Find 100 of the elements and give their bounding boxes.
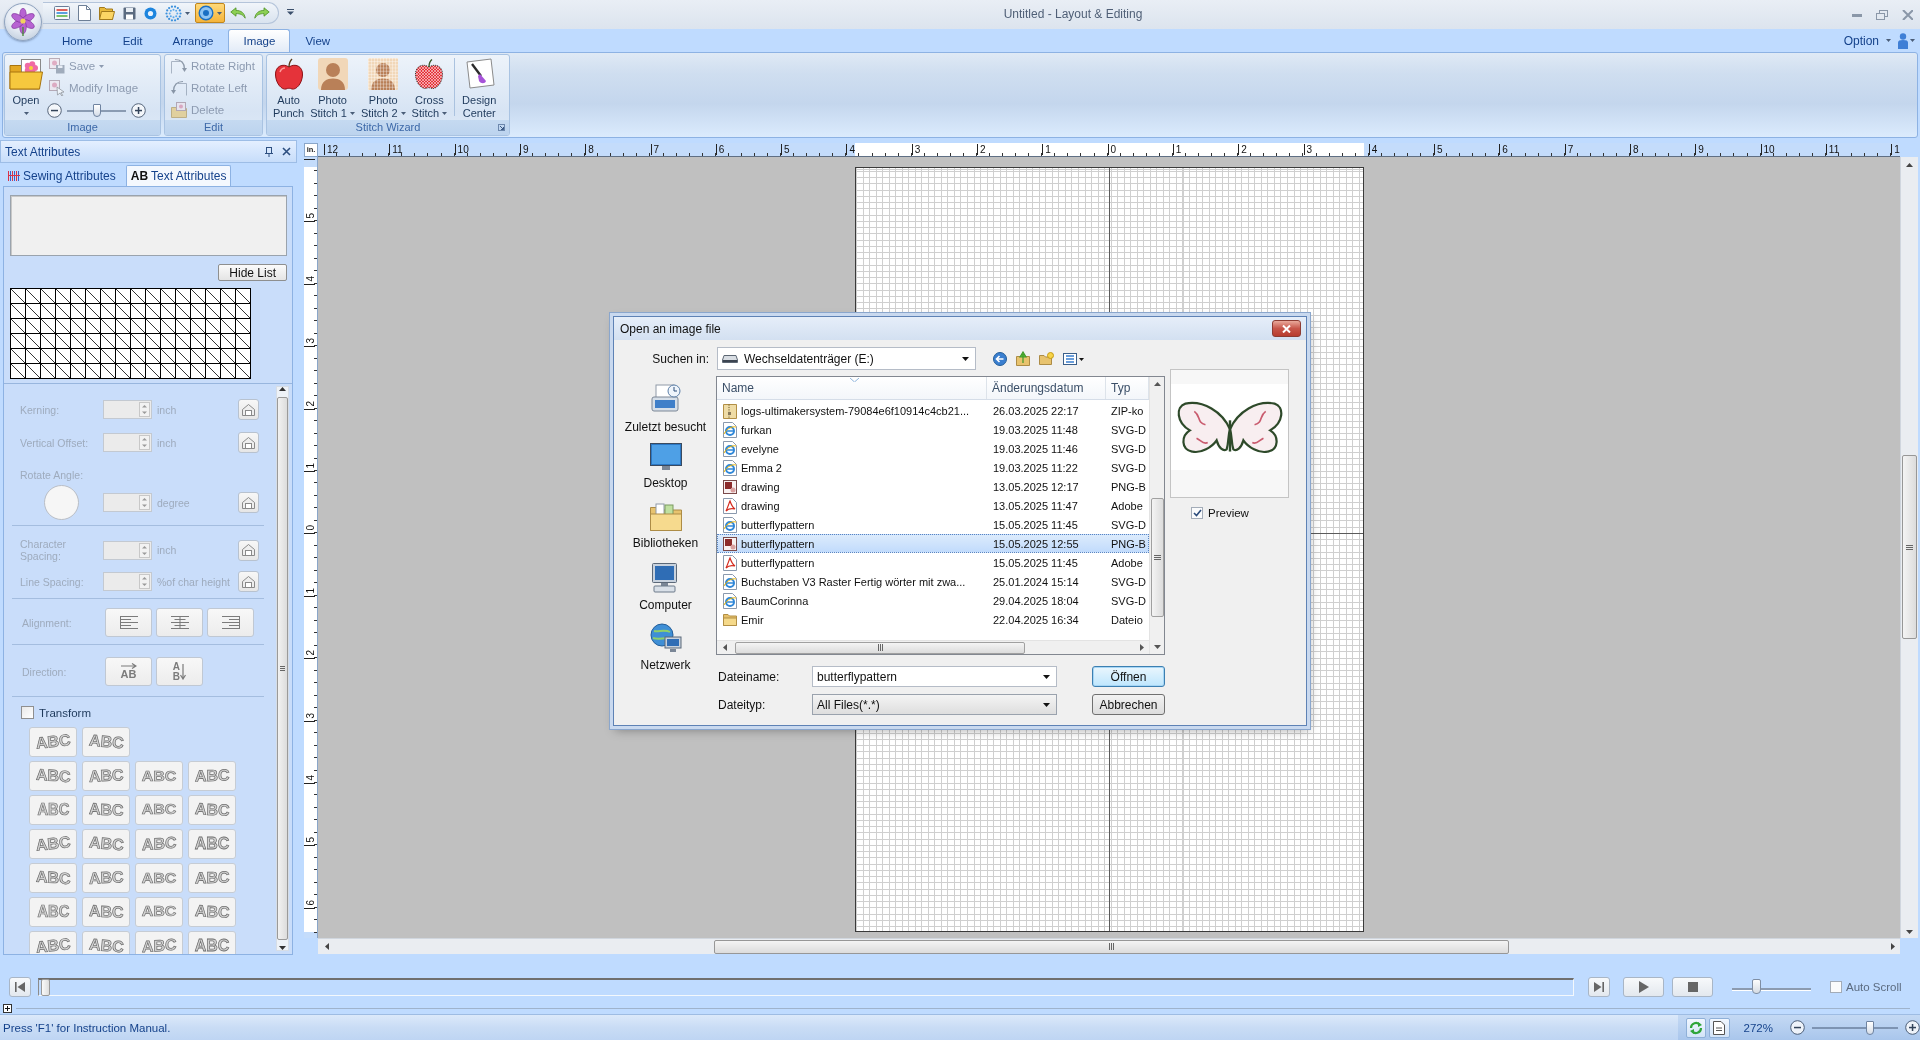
pin-icon[interactable] [265,146,273,157]
stitch-wizard-button[interactable]: Cross Stitch [410,56,449,120]
timeline-slider[interactable] [38,978,1574,996]
horizontal-scrollbar[interactable] [717,640,1149,654]
toolbar-button[interactable] [162,3,193,23]
places-item[interactable]: Desktop [621,443,710,493]
customize-toolbar-icon[interactable] [287,9,294,15]
home-button[interactable] [238,539,259,561]
alignment-button[interactable] [207,608,254,637]
home-button[interactable] [238,432,259,453]
file-row[interactable]: drawing 13.05.2025 12:17 PNG-B [717,477,1149,496]
places-item[interactable]: Zuletzt besucht [621,383,710,433]
skip-back-button[interactable] [9,977,31,997]
preview-checkbox[interactable] [1191,507,1203,519]
places-item[interactable]: Bibliotheken [621,503,710,553]
vertical-scrollbar[interactable] [1900,157,1918,938]
zoom-in-icon[interactable] [131,102,146,118]
close-button[interactable] [1272,320,1301,337]
spin-field[interactable] [103,433,152,452]
auto-scroll-checkbox[interactable] [1830,981,1842,993]
stitch-wizard-button[interactable]: Photo Stitch 2 [359,56,407,120]
scrollbar-thumb[interactable] [277,397,288,940]
zoom-in-icon[interactable] [1905,1020,1920,1035]
file-row[interactable]: butterflypattern 15.05.2025 12:55 PNG-B [717,534,1149,553]
slider-thumb[interactable] [92,103,101,117]
text-list[interactable] [10,195,287,256]
file-list[interactable] [716,376,1165,655]
alignment-button[interactable] [156,608,203,637]
zoom-out-icon[interactable] [47,102,62,118]
slider-thumb[interactable] [1865,1020,1874,1035]
column-header[interactable]: Name [717,377,987,399]
skip-forward-button[interactable] [1588,977,1610,997]
cancel-button[interactable]: Abbrechen [1092,694,1165,715]
file-row[interactable]: BaumCorinna 29.04.2025 18:04 SVG-D [717,591,1149,610]
vertical-scrollbar[interactable] [276,386,289,951]
home-button[interactable] [238,399,259,420]
file-row[interactable]: furkan 19.03.2025 11:48 SVG-D [717,420,1149,439]
spin-field[interactable] [103,540,152,560]
file-name-field[interactable]: butterflypattern [812,666,1057,687]
spin-field[interactable] [103,572,152,591]
horizontal-scrollbar[interactable] [318,938,1900,954]
restore-icon[interactable] [1876,10,1888,20]
panel-tab[interactable]: Sewing Attributes [3,165,121,186]
file-row[interactable]: butterflypattern 15.05.2025 11:45 SVG-D [717,515,1149,534]
file-row[interactable]: drawing 13.05.2025 11:47 Adobe [717,496,1149,515]
slider-thumb[interactable] [1751,979,1761,994]
file-row[interactable]: Emma 2 19.03.2025 11:22 SVG-D [717,458,1149,477]
expand-icon[interactable] [3,1003,12,1013]
stitch-wizard-button[interactable]: Auto Punch [272,56,306,120]
panel-tab[interactable]: AB Text Attributes [125,165,232,186]
file-row[interactable]: Buchstaben V3 Raster Fertig wörter mit zwa... 25.01.2024 15:14 SVG-D [717,572,1149,591]
spin-field[interactable] [103,400,152,419]
vertical-scrollbar[interactable] [1149,377,1164,654]
places-item[interactable]: Netzwerk [621,623,710,673]
user-icon[interactable] [1898,32,1908,49]
toolbar-button[interactable] [51,3,73,23]
zoom-out-icon[interactable] [1790,1020,1805,1035]
view-menu-icon[interactable] [1063,352,1084,365]
toolbar-button[interactable] [195,3,225,23]
minimize-icon[interactable] [1852,13,1862,17]
file-row[interactable]: butterflypattern 15.05.2025 11:45 Adobe [717,553,1149,572]
ribbon-tab[interactable]: Home [47,29,108,52]
option-menu[interactable]: Option [1840,30,1894,51]
home-button[interactable] [238,571,259,592]
spin-field[interactable] [103,493,152,512]
new-folder-icon[interactable] [1039,352,1054,365]
caret-icon[interactable] [1910,39,1915,42]
transform-checkbox[interactable] [21,706,34,719]
file-type-dropdown[interactable]: All Files(*.*) [812,694,1057,715]
toolbar-button[interactable] [75,3,94,23]
ribbon-tab[interactable]: Edit [107,29,158,52]
alignment-button[interactable] [105,608,152,637]
look-in-dropdown[interactable]: Wechseldatenträger (E:) [717,347,976,370]
column-header[interactable]: Änderungsdatum [987,377,1106,399]
play-button[interactable] [1623,977,1664,997]
page-button[interactable] [1709,1017,1730,1038]
stitch-wizard-button[interactable]: Photo Stitch 1 [309,56,356,120]
back-icon[interactable] [993,351,1007,366]
file-row[interactable]: evelyne 19.03.2025 11:46 SVG-D [717,439,1149,458]
open-button[interactable]: Öffnen [1092,666,1165,687]
scrollbar-thumb[interactable] [714,939,1509,954]
file-row[interactable]: logs-ultimakersystem-79084e6f10914c4cb21... 26.03.2025 22:17 ZIP-ko [717,401,1149,420]
close-icon[interactable] [282,147,291,156]
ribbon-tab[interactable]: Arrange [157,29,229,52]
scrollbar-thumb[interactable] [1902,455,1917,639]
stop-button[interactable] [1672,977,1713,997]
open-button[interactable]: Open [8,56,44,120]
stitch-wizard-button[interactable]: Design Center [461,56,498,120]
scrollbar-thumb[interactable] [1150,498,1164,617]
scrollbar-thumb[interactable] [735,641,1025,654]
character-grid[interactable] [10,288,251,379]
up-folder-icon[interactable] [1016,351,1030,366]
dialog-launcher-icon[interactable] [498,124,505,131]
application-menu-button[interactable] [4,3,42,41]
ribbon-tab[interactable]: Image [228,29,291,52]
hide-list-button[interactable]: Hide List [218,264,287,281]
timeline-thumb[interactable] [41,979,50,996]
file-row[interactable]: Emir 22.04.2025 16:34 Dateio [717,610,1149,629]
places-item[interactable]: Computer [621,563,710,613]
ribbon-tab[interactable]: View [290,29,346,52]
